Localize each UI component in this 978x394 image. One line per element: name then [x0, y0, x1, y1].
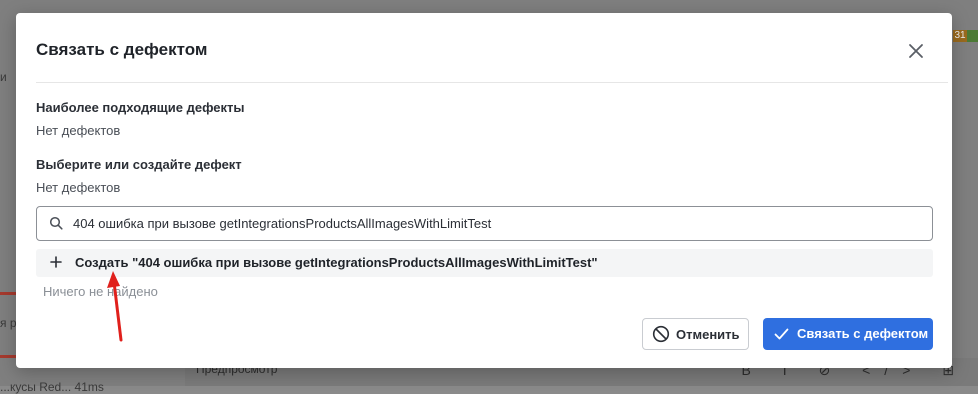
background-divider	[0, 292, 16, 295]
background-status-chip	[967, 30, 978, 42]
plus-icon	[50, 256, 62, 268]
defect-search-field[interactable]	[36, 206, 933, 241]
close-button[interactable]	[906, 41, 926, 61]
annotation-arrow-icon	[107, 271, 123, 342]
select-defect-heading: Выберите или создайте дефект	[36, 157, 242, 172]
close-icon	[909, 44, 923, 58]
nothing-found-text: Ничего не найдено	[43, 284, 158, 299]
search-icon	[49, 216, 63, 230]
cancel-button-label: Отменить	[676, 327, 740, 342]
background-text: ...кусы Red... 41ms	[0, 380, 104, 394]
dialog-title: Связать с дефектом	[36, 40, 208, 59]
suggested-defects-heading: Наиболее подходящие дефекты	[36, 100, 245, 115]
create-defect-option[interactable]: Создать "404 ошибка при вызове getIntegr…	[36, 249, 933, 277]
link-defect-button-label: Связать с дефектом	[797, 326, 929, 341]
defect-search-input[interactable]	[73, 207, 923, 240]
cancel-button[interactable]: Отменить	[642, 318, 749, 350]
select-defect-empty: Нет дефектов	[36, 180, 121, 195]
check-icon	[774, 328, 789, 340]
cancel-icon	[652, 325, 670, 343]
link-defect-dialog: Связать с дефектом Наиболее подходящие д…	[16, 13, 952, 368]
header-divider	[36, 82, 948, 83]
background-divider	[0, 355, 16, 358]
suggested-defects-empty: Нет дефектов	[36, 123, 121, 138]
background-badge: 31	[953, 30, 967, 42]
link-defect-button[interactable]: Связать с дефектом	[763, 318, 933, 350]
create-defect-label: Создать "404 ошибка при вызове getIntegr…	[75, 255, 598, 270]
background-text: и	[0, 70, 7, 84]
background-text: я р	[0, 316, 17, 330]
